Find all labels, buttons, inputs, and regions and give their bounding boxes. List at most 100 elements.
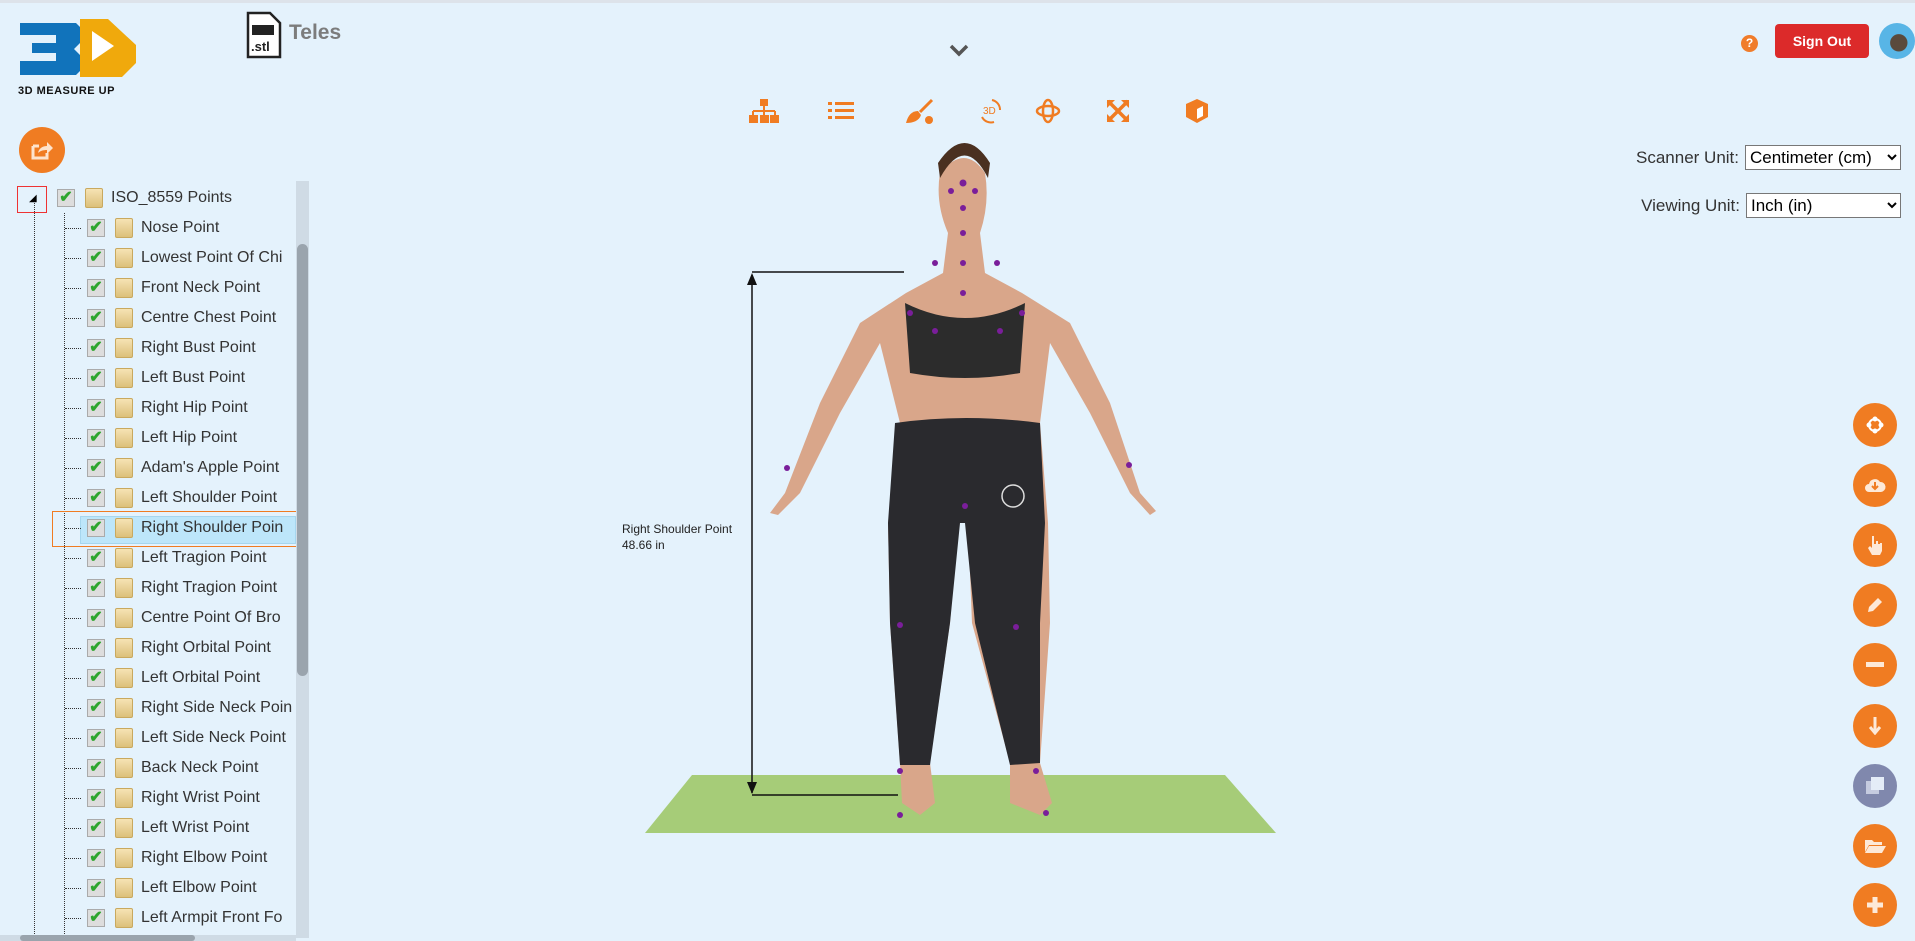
tree-item-label: Right Bust Point [141, 339, 256, 356]
tree-connector [65, 348, 81, 349]
tree-item-label: Left Side Neck Point [141, 729, 286, 746]
hand-pointer-button[interactable] [1853, 523, 1897, 567]
tree-item[interactable]: ✔ Left Side Neck Point [87, 724, 286, 752]
checkbox-checked[interactable]: ✔ [87, 879, 105, 897]
tree-item[interactable]: ✔ Left Orbital Point [87, 664, 260, 692]
checkbox-checked[interactable]: ✔ [87, 849, 105, 867]
logo-3d-icon [20, 19, 136, 77]
pencil-button[interactable] [1853, 583, 1897, 627]
logo: 3D MEASURE UP [18, 17, 138, 102]
chevron-down-icon[interactable] [948, 41, 970, 62]
orbit-icon[interactable] [1033, 97, 1063, 125]
copy-button[interactable] [1853, 764, 1897, 808]
measurement-name: Right Shoulder Point [622, 522, 733, 536]
tree-item[interactable]: ✔ Left Hip Point [87, 424, 237, 452]
tree-item[interactable]: ✔ Nose Point [87, 214, 219, 242]
tree-item[interactable]: ✔ Right Hip Point [87, 394, 248, 422]
tree-connector [65, 708, 81, 709]
checkbox-checked[interactable]: ✔ [87, 459, 105, 477]
tree-item[interactable]: ✔ Left Wrist Point [87, 814, 249, 842]
tree-item[interactable]: ✔ Left Tragion Point [87, 544, 266, 572]
export-button[interactable] [19, 127, 65, 173]
tree-item[interactable]: ✔ Centre Point Of Bro [87, 604, 281, 632]
tree-item[interactable]: ✔ Left Shoulder Point [87, 484, 277, 512]
tree-item[interactable]: ✔ Lowest Point Of Chi [87, 244, 282, 272]
sign-out-button[interactable]: Sign Out [1775, 24, 1869, 58]
tree-item[interactable]: ✔ Right Elbow Point [87, 844, 267, 872]
measurement-value: 48.66 in [622, 538, 665, 552]
checkbox-checked[interactable]: ✔ [87, 819, 105, 837]
expand-icon[interactable] [1103, 97, 1133, 125]
tree-item[interactable]: ✔ Right Wrist Point [87, 784, 260, 812]
network-button[interactable] [1853, 403, 1897, 447]
tree-root[interactable]: ✔ ISO_8559 Points [57, 184, 232, 212]
tree-root-label: ISO_8559 Points [111, 189, 232, 206]
checkbox-checked[interactable]: ✔ [57, 189, 75, 207]
folder-open-button[interactable] [1853, 824, 1897, 868]
file-title: Teles [289, 21, 342, 44]
folder-icon [115, 458, 133, 478]
tree-item-label: Left Tragion Point [141, 549, 267, 566]
checkbox-checked[interactable]: ✔ [87, 639, 105, 657]
help-icon[interactable]: ? [1741, 35, 1758, 52]
checkbox-checked[interactable]: ✔ [87, 429, 105, 447]
viewing-unit-select[interactable]: Inch (in) [1746, 193, 1901, 218]
minus-button[interactable] [1853, 643, 1897, 687]
checkbox-checked[interactable]: ✔ [87, 759, 105, 777]
arrow-head-top [747, 273, 757, 285]
checkbox-checked[interactable]: ✔ [87, 219, 105, 237]
checkbox-checked[interactable]: ✔ [87, 579, 105, 597]
paint-broom-icon[interactable] [904, 97, 934, 125]
checkbox-checked[interactable]: ✔ [87, 399, 105, 417]
tree-connector [65, 498, 81, 499]
checkbox-checked[interactable]: ✔ [87, 609, 105, 627]
tree-item[interactable]: ✔ Left Elbow Point [87, 874, 257, 902]
network-icon [1866, 416, 1884, 434]
folder-icon [115, 518, 133, 538]
plus-button[interactable] [1853, 883, 1897, 927]
tree-connector [65, 318, 81, 319]
tree-item[interactable]: ✔ Left Bust Point [87, 364, 245, 392]
tree-connector [65, 768, 81, 769]
checkbox-checked[interactable]: ✔ [87, 909, 105, 927]
checkbox-checked[interactable]: ✔ [87, 669, 105, 687]
scanner-unit-select[interactable]: Centimeter (cm) [1745, 145, 1901, 170]
list-icon[interactable] [826, 97, 856, 125]
checkbox-checked[interactable]: ✔ [87, 249, 105, 267]
tree-connector [65, 888, 81, 889]
checkbox-checked[interactable]: ✔ [87, 519, 105, 537]
hierarchy-icon[interactable] [749, 97, 779, 125]
tree-item[interactable]: ✔ Front Neck Point [87, 274, 260, 302]
3d-viewport[interactable] [310, 133, 1310, 853]
body-model [770, 143, 1156, 815]
tree-connector [65, 798, 81, 799]
tree-item[interactable]: ✔ Right Bust Point [87, 334, 256, 362]
tree-item[interactable]: ✔ Right Orbital Point [87, 634, 271, 662]
tree-item-selected[interactable]: ✔ Right Shoulder Poin [87, 514, 283, 542]
tree-horizontal-scroll-thumb[interactable] [20, 935, 195, 941]
checkbox-checked[interactable]: ✔ [87, 549, 105, 567]
checkbox-checked[interactable]: ✔ [87, 729, 105, 747]
measurement-label: Right Shoulder Point 48.66 in [622, 521, 732, 553]
tree-item[interactable]: ✔ Left Armpit Front Fo [87, 904, 282, 932]
3d-rotate-icon[interactable]: 3D [975, 97, 1005, 125]
checkbox-checked[interactable]: ✔ [87, 369, 105, 387]
checkbox-checked[interactable]: ✔ [87, 339, 105, 357]
cloud-download-button[interactable] [1853, 463, 1897, 507]
tree-item[interactable]: ✔ Centre Chest Point [87, 304, 276, 332]
arrow-down-icon [1869, 717, 1881, 735]
arrow-down-button[interactable] [1853, 704, 1897, 748]
tree-item[interactable]: ✔ Right Tragion Point [87, 574, 277, 602]
checkbox-checked[interactable]: ✔ [87, 789, 105, 807]
cube-icon[interactable] [1182, 97, 1212, 125]
folder-icon [115, 278, 133, 298]
checkbox-checked[interactable]: ✔ [87, 699, 105, 717]
checkbox-checked[interactable]: ✔ [87, 489, 105, 507]
tree-item[interactable]: ✔ Right Side Neck Poin [87, 694, 292, 722]
checkbox-checked[interactable]: ✔ [87, 309, 105, 327]
tree-vertical-scroll-thumb[interactable] [297, 244, 308, 676]
tree-item[interactable]: ✔ Back Neck Point [87, 754, 258, 782]
tree-item[interactable]: ✔ Adam's Apple Point [87, 454, 279, 482]
avatar[interactable] [1879, 23, 1915, 59]
checkbox-checked[interactable]: ✔ [87, 279, 105, 297]
